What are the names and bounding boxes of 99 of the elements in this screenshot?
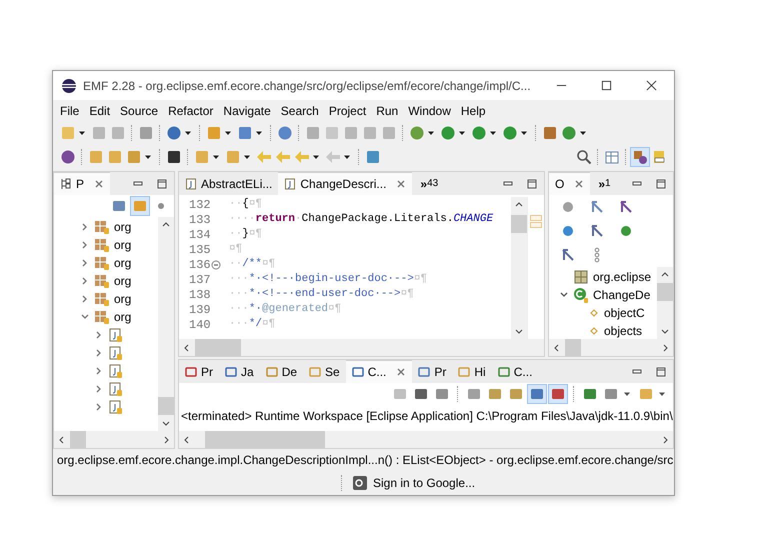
maximize-icon[interactable] xyxy=(526,178,538,190)
caret-icon[interactable] xyxy=(343,153,351,161)
outline-item[interactable]: ChangeDe xyxy=(593,288,650,302)
fold-icon[interactable] xyxy=(210,260,221,270)
maximize-icon[interactable] xyxy=(655,366,667,378)
menu-item[interactable]: File xyxy=(55,104,84,118)
view-tab[interactable]: O xyxy=(549,172,590,195)
view-tab[interactable]: C... xyxy=(346,360,412,383)
line-number: 137 xyxy=(189,272,211,286)
scrollbar[interactable] xyxy=(54,431,174,448)
console-output: <terminated> Runtime Workspace [Eclipse Application] C:\Program Files\Java\jdk-11.0.9\bin\ xyxy=(181,409,673,423)
caret-icon[interactable] xyxy=(312,153,320,161)
tree-item[interactable]: org xyxy=(114,256,132,270)
tree-item[interactable]: org xyxy=(114,220,132,234)
tree-item[interactable]: org xyxy=(114,238,132,252)
code-line: ···*·<!--·end-user-doc·-->¤¶ xyxy=(229,287,415,302)
caret-icon[interactable] xyxy=(579,129,587,137)
line-number: 136 xyxy=(189,258,211,272)
scroll-thumb[interactable] xyxy=(158,397,174,415)
code-line: ··/**¤¶ xyxy=(229,257,276,272)
menu-item[interactable]: Navigate xyxy=(218,104,276,118)
java-file-icon[interactable] xyxy=(107,398,125,416)
menu-item[interactable]: Window xyxy=(403,104,456,118)
package-folder-icon xyxy=(93,290,111,308)
view-tab[interactable]: P xyxy=(54,172,110,195)
caret-icon[interactable] xyxy=(427,129,435,137)
line-number: 135 xyxy=(189,242,211,256)
caret-icon[interactable] xyxy=(184,129,192,137)
caret-icon[interactable] xyxy=(623,390,631,398)
line-number: 138 xyxy=(189,288,211,302)
line-number: 133 xyxy=(189,212,211,226)
hierarchy-icon xyxy=(60,178,72,190)
scrollbar[interactable] xyxy=(179,339,544,356)
line-number: 140 xyxy=(189,318,211,332)
code-line: ··}¤¶ xyxy=(229,227,264,242)
java-file-icon xyxy=(284,178,296,190)
java-file-icon[interactable] xyxy=(107,362,125,380)
java-file-icon[interactable] xyxy=(107,380,125,398)
line-number: 139 xyxy=(189,302,211,316)
scroll-thumb[interactable] xyxy=(511,215,527,233)
scroll-thumb[interactable] xyxy=(195,339,241,356)
code-line: ····return·ChangePackage.Literals.CHANGE xyxy=(229,212,494,227)
menu-item[interactable]: Help xyxy=(456,104,491,118)
scrollbar[interactable] xyxy=(549,339,673,356)
package-folder-icon xyxy=(93,254,111,272)
java-perspective-icon[interactable] xyxy=(631,148,649,166)
tree-item[interactable]: org xyxy=(114,274,132,288)
code-line: ··{¤¶ xyxy=(229,197,264,212)
code-line: ···*·<!--·begin-user-doc·-->¤¶ xyxy=(229,272,428,287)
status-text: org.eclipse.emf.ecore.change.impl.ChangeDescriptionImpl...n() : EList<EObject> - org.eclipse.emf.ecore.change/src xyxy=(57,453,674,467)
google-signin-button[interactable]: Sign in to Google... xyxy=(349,472,478,494)
caret-icon[interactable] xyxy=(212,153,220,161)
app-logo-icon xyxy=(61,78,77,94)
maximize-icon[interactable] xyxy=(655,178,667,190)
code-line: ···*·@generated¤¶ xyxy=(229,302,342,317)
caret-icon[interactable] xyxy=(458,129,466,137)
package-folder-icon xyxy=(93,272,111,290)
code-line: ¤¶ xyxy=(229,242,244,257)
line-number: 134 xyxy=(189,228,211,242)
caret-icon[interactable] xyxy=(243,153,251,161)
caret-icon[interactable] xyxy=(255,129,263,137)
outline-item[interactable]: objects xyxy=(604,324,642,338)
menu-item[interactable]: Refactor xyxy=(163,104,218,118)
caret-icon[interactable] xyxy=(78,129,86,137)
editor-tab[interactable]: ChangeDescri... xyxy=(278,172,412,195)
scroll-thumb[interactable] xyxy=(565,339,581,356)
caret-icon[interactable] xyxy=(658,390,666,398)
scroll-thumb[interactable] xyxy=(70,431,86,448)
java-file-icon xyxy=(185,178,197,190)
tree-item[interactable]: org xyxy=(114,310,132,324)
menu-item[interactable]: Search xyxy=(276,104,324,118)
caret-icon[interactable] xyxy=(489,129,497,137)
menu-item[interactable]: Run xyxy=(371,104,404,118)
close-icon[interactable] xyxy=(646,80,657,91)
outline-item[interactable]: org.eclipse xyxy=(593,270,652,284)
caret-icon[interactable] xyxy=(224,129,232,137)
tree-item[interactable]: org xyxy=(114,292,132,306)
java-file-icon[interactable] xyxy=(107,344,125,362)
outline-item[interactable]: objectC xyxy=(604,306,645,320)
line-number: 132 xyxy=(189,198,211,212)
scroll-thumb[interactable] xyxy=(657,283,673,301)
scrollbar[interactable] xyxy=(179,431,673,448)
maximize-icon[interactable] xyxy=(601,80,612,91)
code-line: ···*/¤¶ xyxy=(229,317,276,332)
scrollbar[interactable] xyxy=(511,197,527,339)
menu-item[interactable]: Project xyxy=(324,104,372,118)
window-title: EMF 2.28 - org.eclipse.emf.ecore.change/src/org/eclipse/emf/ecore/change/impl/C... xyxy=(83,78,532,92)
package-folder-icon xyxy=(93,308,111,326)
java-file-icon[interactable] xyxy=(107,326,125,344)
package-folder-icon xyxy=(93,218,111,236)
scrollbar[interactable] xyxy=(158,217,174,431)
menu-item[interactable]: Source xyxy=(115,104,164,118)
caret-icon[interactable] xyxy=(520,129,528,137)
menu-item[interactable]: Edit xyxy=(84,104,116,118)
scroll-thumb[interactable] xyxy=(205,431,325,448)
maximize-icon[interactable] xyxy=(156,178,168,190)
caret-icon[interactable] xyxy=(144,153,152,161)
scrollbar[interactable] xyxy=(657,267,673,339)
package-folder-icon xyxy=(93,236,111,254)
